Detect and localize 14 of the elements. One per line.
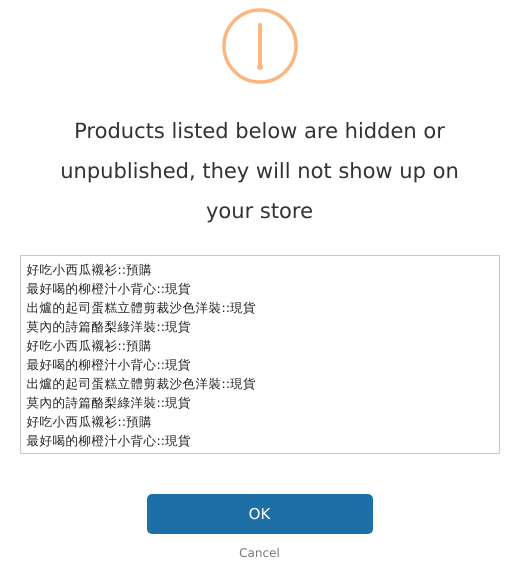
ok-button[interactable]: OK: [146, 494, 372, 534]
product-entry: 最好喝的柳橙汁小背心::現貨: [26, 432, 192, 450]
dialog-message: Products listed below are hidden or unpublished, they will not show up on your store: [59, 118, 460, 225]
product-entry: 出爐的起司蛋糕立體剪裁沙色洋裝::現貨: [26, 299, 257, 317]
product-entry: 好吃小西瓜襯衫::預購: [26, 337, 153, 355]
product-entry: 好吃小西瓜襯衫::預購: [26, 261, 153, 279]
product-entry: 最好喝的柳橙汁小背心::現貨: [26, 280, 192, 298]
product-entry: 出爐的起司蛋糕立體剪裁沙色洋裝::現貨: [26, 375, 257, 393]
product-entry: 莫內的詩篇酪梨綠洋裝::現貨: [26, 394, 192, 412]
cancel-link[interactable]: Cancel: [239, 544, 280, 562]
product-entry: 莫內的詩篇酪梨綠洋裝::現貨: [26, 318, 192, 336]
product-entry: 好吃小西瓜襯衫::預購: [26, 413, 153, 431]
warning-icon: [220, 7, 298, 85]
product-entry: 最好喝的柳橙汁小背心::現貨: [26, 356, 192, 374]
